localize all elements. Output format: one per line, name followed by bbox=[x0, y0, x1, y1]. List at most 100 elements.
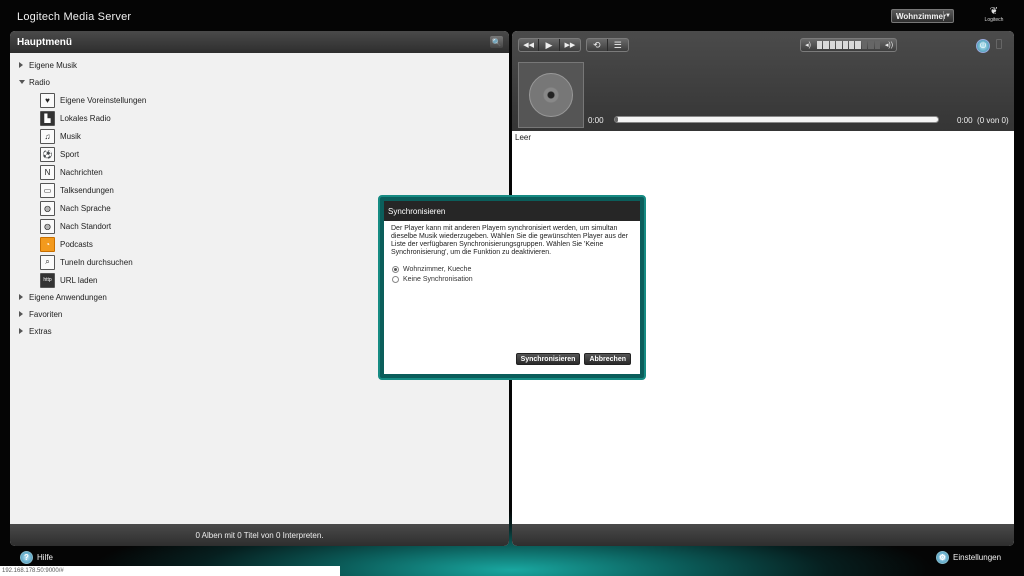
soccer-ball-icon: ⚽ bbox=[40, 146, 55, 162]
logitech-logo: ❦ Logitech bbox=[982, 7, 1006, 27]
settings-label: Einstellungen bbox=[953, 553, 1002, 562]
volume-down-icon[interactable]: ◂) bbox=[801, 41, 815, 49]
radio-item-label: TuneIn durchsuchen bbox=[60, 257, 133, 267]
radio-item-sport[interactable]: ⚽ Sport bbox=[10, 145, 509, 163]
volume-up-icon[interactable]: ◂)) bbox=[882, 41, 896, 49]
volume-segment[interactable] bbox=[874, 41, 881, 49]
help-label: Hilfe bbox=[37, 553, 54, 562]
radio-item-label: Lokales Radio bbox=[60, 113, 111, 123]
sync-option-none[interactable]: Keine Synchronisation bbox=[384, 274, 640, 284]
chat-bubble-icon: ▭ bbox=[40, 182, 55, 198]
expand-arrow-icon[interactable] bbox=[19, 62, 23, 68]
album-cover bbox=[518, 62, 584, 128]
disc-icon bbox=[529, 73, 573, 117]
shuffle-button[interactable]: ☰ bbox=[608, 39, 628, 51]
globe-icon: ◍ bbox=[40, 218, 55, 234]
sync-dialog-body: Synchronisieren Der Player kann mit ande… bbox=[384, 201, 640, 374]
radio-item-label: Nach Standort bbox=[60, 221, 112, 231]
radio-item-label: Podcasts bbox=[60, 239, 93, 249]
shuffle-icon: ☰ bbox=[613, 39, 622, 50]
menu-item-label: Extras bbox=[29, 327, 52, 336]
menu-item-label: Eigene Musik bbox=[29, 61, 78, 70]
newspaper-icon: N bbox=[40, 164, 55, 180]
dialog-description: Der Player kann mit anderen Playern sync… bbox=[391, 225, 628, 256]
forward-button[interactable]: ▶▶ bbox=[560, 39, 580, 51]
dialog-title: Synchronisieren bbox=[384, 201, 640, 221]
sync-option-label: Keine Synchronisation bbox=[403, 275, 473, 283]
settings-button[interactable]: ⚙ Einstellungen bbox=[936, 551, 1001, 564]
time-total: 0:00 bbox=[957, 116, 973, 125]
radio-item-nachrichten[interactable]: N Nachrichten bbox=[10, 163, 509, 181]
mode-controls: ⟲ ☰ bbox=[586, 38, 629, 52]
sync-button[interactable]: Synchronisieren bbox=[515, 353, 581, 365]
expand-arrow-icon[interactable] bbox=[19, 328, 23, 334]
menu-item-radio[interactable]: Radio bbox=[10, 74, 509, 91]
volume-segment[interactable] bbox=[817, 41, 823, 49]
expand-arrow-icon[interactable] bbox=[19, 294, 23, 300]
player-options-button[interactable] bbox=[996, 39, 1002, 49]
player-selector[interactable]: Wohnzimmer ▼ bbox=[891, 9, 954, 23]
progress-bar[interactable] bbox=[614, 116, 939, 123]
radio-item-label: Sport bbox=[60, 149, 80, 159]
player-controls-area: ◀◀ ▶ ▶▶ ⟲ ☰ ◂) ◂)) ⏻ 0:00 0:00 (0 von 0) bbox=[512, 31, 1014, 131]
time-elapsed: 0:00 bbox=[588, 116, 604, 125]
radio-item-label: Musik bbox=[60, 131, 81, 141]
menu-item-label: Eigene Anwendungen bbox=[29, 293, 107, 302]
radio-item-musik[interactable]: ♫ Musik bbox=[10, 127, 509, 145]
dialog-buttons: Synchronisieren Abbrechen bbox=[515, 353, 631, 365]
rss-icon: ◔ bbox=[40, 236, 55, 252]
radio-item-label: URL laden bbox=[60, 275, 98, 285]
menu-item-eigene-musik[interactable]: Eigene Musik bbox=[10, 57, 509, 74]
volume-level[interactable] bbox=[815, 41, 882, 49]
chevron-down-icon: ▼ bbox=[943, 11, 952, 21]
music-note-icon: ♫ bbox=[40, 128, 55, 144]
radio-item-lokales-radio[interactable]: ▙ Lokales Radio bbox=[10, 109, 509, 127]
time-total-group: 0:00 (0 von 0) bbox=[957, 116, 1009, 125]
volume-segment[interactable] bbox=[849, 41, 855, 49]
collapse-arrow-icon[interactable] bbox=[19, 80, 25, 84]
power-button[interactable]: ⏻ bbox=[976, 39, 990, 53]
transport-controls: ◀◀ ▶ ▶▶ bbox=[518, 38, 581, 52]
volume-segment[interactable] bbox=[861, 41, 868, 49]
repeat-button[interactable]: ⟲ bbox=[587, 39, 608, 51]
search-icon: 🔍 bbox=[491, 37, 502, 47]
volume-control[interactable]: ◂) ◂)) bbox=[800, 38, 897, 52]
logitech-mark-icon: ❦ bbox=[989, 6, 999, 17]
expand-arrow-icon[interactable] bbox=[19, 311, 23, 317]
city-icon: ▙ bbox=[40, 110, 55, 126]
gear-icon: ⚙ bbox=[936, 551, 949, 564]
forward-icon: ▶▶ bbox=[564, 42, 576, 49]
volume-segment[interactable] bbox=[855, 41, 861, 49]
top-bar: Logitech Media Server Wohnzimmer ▼ ❦ Log… bbox=[0, 0, 1024, 30]
volume-segment[interactable] bbox=[836, 41, 842, 49]
radio-button[interactable] bbox=[392, 265, 399, 273]
sync-option-label: Wohnzimmer, Kueche bbox=[403, 265, 472, 273]
power-icon: ⏻ bbox=[979, 41, 987, 50]
radio-item-label: Nachrichten bbox=[60, 167, 103, 177]
radio-button[interactable] bbox=[392, 275, 399, 283]
main-menu-header: Hauptmenü 🔍 bbox=[10, 31, 509, 53]
question-icon: ? bbox=[20, 551, 33, 564]
main-menu-title: Hauptmenü bbox=[17, 36, 72, 48]
volume-segment[interactable] bbox=[868, 41, 874, 49]
menu-item-label: Favoriten bbox=[29, 310, 63, 319]
volume-segment[interactable] bbox=[842, 41, 849, 49]
rewind-button[interactable]: ◀◀ bbox=[519, 39, 540, 51]
radio-item-voreinstellungen[interactable]: ♥ Eigene Voreinstellungen bbox=[10, 91, 509, 109]
menu-item-label: Radio bbox=[29, 78, 50, 87]
help-button[interactable]: ? Hilfe bbox=[20, 551, 53, 564]
volume-segment[interactable] bbox=[829, 41, 836, 49]
play-button[interactable]: ▶ bbox=[539, 39, 560, 51]
radio-item-label: Eigene Voreinstellungen bbox=[60, 95, 147, 105]
play-icon: ▶ bbox=[545, 39, 553, 50]
browser-status-url: 192.168.178.50:9000/# bbox=[0, 566, 340, 576]
rewind-icon: ◀◀ bbox=[523, 42, 535, 49]
sync-option-group[interactable]: Wohnzimmer, Kueche bbox=[384, 264, 640, 274]
search-button[interactable]: 🔍 bbox=[490, 36, 503, 48]
library-summary: 0 Alben mit 0 Titel von 0 Interpreten. bbox=[10, 524, 509, 546]
http-icon: http bbox=[40, 272, 55, 288]
volume-segment[interactable] bbox=[823, 41, 829, 49]
radio-item-label: Talksendungen bbox=[60, 185, 114, 195]
cancel-button[interactable]: Abbrechen bbox=[584, 353, 631, 365]
playlist-footer bbox=[512, 524, 1014, 546]
